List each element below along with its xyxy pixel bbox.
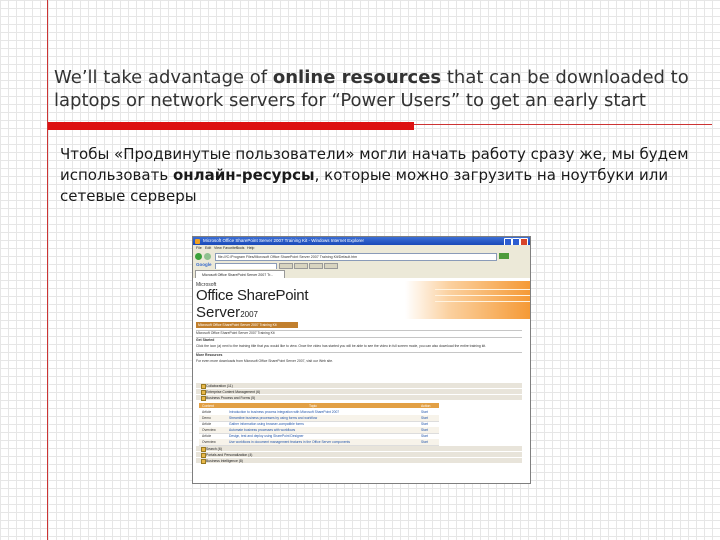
- ie-icon: [195, 238, 200, 244]
- google-logo: Google: [196, 262, 212, 267]
- cell-action[interactable]: Start: [421, 434, 428, 438]
- divider: [196, 337, 522, 338]
- margin-line: [47, 0, 48, 540]
- cell-content: Overview: [202, 428, 216, 432]
- cell-topic[interactable]: Design, test and deploy using SharePoint…: [229, 434, 304, 438]
- banner-line: [435, 289, 530, 290]
- menu-item-tools[interactable]: Tools: [236, 246, 244, 250]
- table-header: Content Topic Action: [199, 403, 439, 408]
- more-resources-heading: More Resources: [196, 353, 223, 357]
- cell-topic[interactable]: Streamline business processes by using f…: [229, 416, 317, 420]
- section-label: Business Intelligence (8): [206, 458, 243, 463]
- cell-topic[interactable]: Use workflows in document management fea…: [229, 440, 350, 444]
- section-row[interactable]: Business Process and Forms (5): [196, 395, 522, 401]
- section-label: Portals and Personalization (4): [206, 452, 253, 457]
- col-header-action: Action: [421, 403, 431, 408]
- slide-title: We’ll take advantage of online resources…: [54, 66, 714, 112]
- divider: [196, 352, 522, 353]
- section-row[interactable]: Business Intelligence (8): [196, 458, 522, 464]
- col-header-content: Content: [202, 403, 214, 408]
- cell-content: Demo: [202, 416, 211, 420]
- tab-label: Microsoft Office SharePoint Server 2007 …: [202, 272, 274, 277]
- cell-action[interactable]: Start: [421, 422, 428, 426]
- logo-server-word: Server: [196, 304, 241, 321]
- section-row[interactable]: Collaboration (11): [196, 383, 522, 389]
- window-title: Microsoft Office SharePoint Server 2007 …: [203, 238, 364, 243]
- logo-server: Server2007: [196, 304, 258, 321]
- text-run: We’ll take advantage of: [54, 67, 273, 88]
- slide-subtitle-russian: Чтобы «Продвинутые пользователи» могли н…: [60, 144, 720, 207]
- forward-icon[interactable]: [204, 252, 211, 260]
- browser-title-bar: Microsoft Office SharePoint Server 2007 …: [193, 237, 530, 246]
- get-started-text: Click the icon (a) next to the training …: [196, 344, 487, 348]
- menu-item-help[interactable]: Help: [247, 246, 254, 250]
- page-header-strip: Microsoft Office SharePoint Server 2007 …: [196, 322, 298, 328]
- header-accent-bar: [48, 122, 414, 130]
- emphasis-text: онлайн-ресурсы: [172, 166, 315, 184]
- header-strip-text: Microsoft Office SharePoint Server 2007 …: [198, 322, 277, 327]
- section-label: Business Process and Forms (5): [206, 395, 256, 400]
- cell-action[interactable]: Start: [421, 428, 428, 432]
- section-label: Enterprise Content Management (6): [206, 389, 261, 394]
- address-input[interactable]: file:///C:/Program Files/Microsoft Offic…: [215, 253, 497, 261]
- cell-topic[interactable]: Gather information using browser-compati…: [229, 422, 304, 426]
- col-header-topic: Topic: [309, 403, 317, 408]
- go-button[interactable]: [499, 253, 509, 259]
- browser-screenshot: Microsoft Office SharePoint Server 2007 …: [192, 236, 531, 484]
- cell-topic[interactable]: Automate business processes with workflo…: [229, 428, 295, 432]
- cell-content: Article: [202, 434, 212, 438]
- cell-action[interactable]: Start: [421, 410, 428, 414]
- logo-year: 2007: [240, 310, 258, 319]
- address-text: file:///C:/Program Files/Microsoft Offic…: [218, 254, 358, 259]
- table-row[interactable]: Overview Use workflows in document manage…: [199, 439, 439, 446]
- more-resources-text: For even more downloads from Microsoft O…: [196, 359, 334, 363]
- section-row[interactable]: Enterprise Content Management (6): [196, 389, 522, 395]
- menu-item-view[interactable]: View: [214, 246, 222, 250]
- section-label: Collaboration (11): [206, 383, 233, 388]
- page-content: Microsoft Office SharePoint Server2007 M…: [193, 278, 530, 483]
- section-row[interactable]: Search (6): [196, 446, 522, 452]
- cell-content: Article: [202, 410, 212, 414]
- cell-action[interactable]: Start: [421, 440, 428, 444]
- get-started-heading: Get Started: [196, 338, 215, 342]
- cell-action[interactable]: Start: [421, 416, 428, 420]
- section-row[interactable]: Portals and Personalization (4): [196, 452, 522, 458]
- menu-item-edit[interactable]: Edit: [205, 246, 211, 250]
- banner-line: [435, 301, 530, 302]
- banner-line: [435, 295, 530, 296]
- cell-content: Overview: [202, 440, 216, 444]
- menu-item-file[interactable]: File: [196, 246, 202, 250]
- emphasis-text: online resources: [272, 67, 442, 88]
- intro-line: Microsoft Office SharePoint Server 2007 …: [196, 331, 275, 335]
- section-label: Search (6): [206, 446, 222, 451]
- logo-product: Office SharePoint: [196, 287, 309, 304]
- back-icon[interactable]: [195, 252, 202, 260]
- cell-topic[interactable]: Introduction to business process integra…: [229, 410, 339, 414]
- orange-banner: [405, 281, 530, 319]
- cell-content: Article: [202, 422, 212, 426]
